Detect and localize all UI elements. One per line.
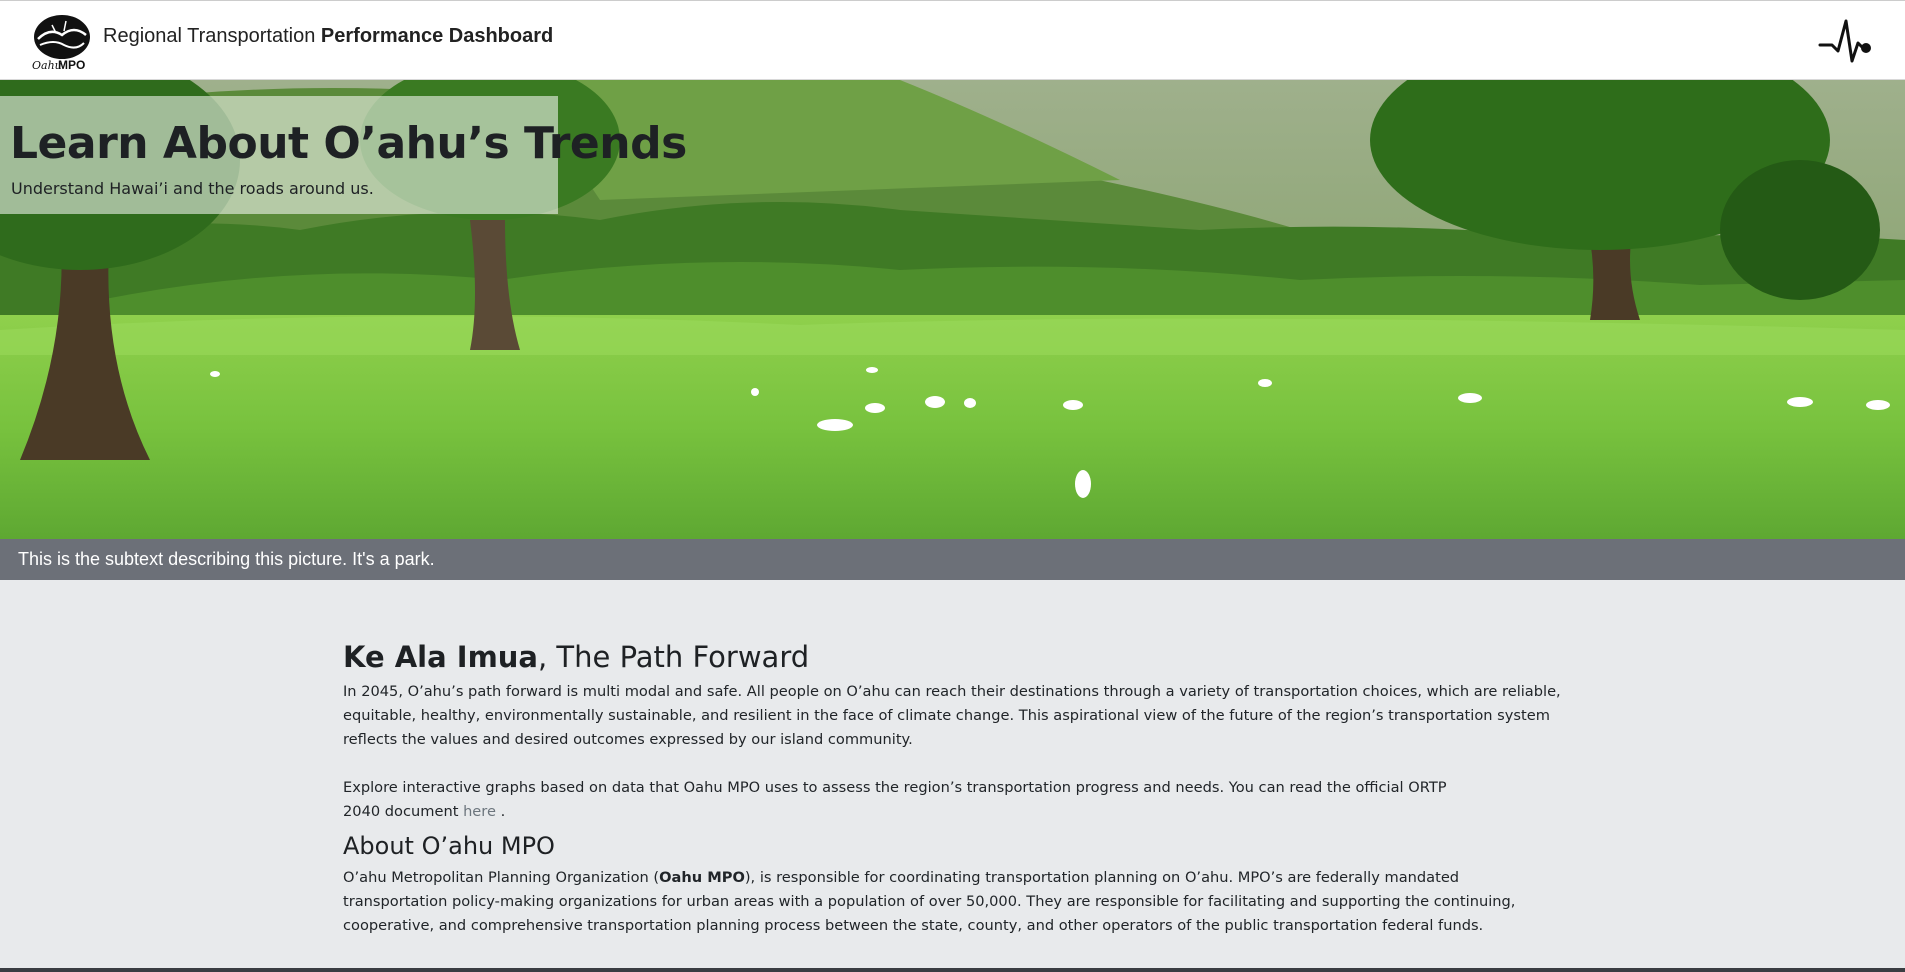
main-content: Ke Ala Imua, The Path Forward In 2045, O…: [343, 640, 1563, 938]
hero-title: Learn About O’ahu’s Trends: [10, 118, 687, 169]
about-heading: About O’ahu MPO: [343, 832, 555, 860]
path-forward-heading-rest: , The Path Forward: [538, 640, 810, 674]
explore-paragraph: Explore interactive graphs based on data…: [343, 776, 1463, 824]
top-navbar: Oahu MPO Regional Transportation Perform…: [0, 0, 1905, 80]
about-text-bold: Oahu MPO: [659, 869, 745, 886]
path-forward-heading-bold: Ke Ala Imua: [343, 640, 538, 674]
hero-banner: Learn About O’ahu’s Trends Understand Ha…: [0, 80, 1905, 539]
heartbeat-pulse-icon[interactable]: [1818, 15, 1874, 65]
ortp-document-link[interactable]: here: [463, 803, 496, 820]
app-title: Regional Transportation Performance Dash…: [103, 25, 553, 48]
app-title-regular: Regional Transportation: [103, 25, 316, 47]
image-caption: This is the subtext describing this pict…: [18, 549, 435, 569]
oahu-mpo-logo[interactable]: Oahu MPO: [30, 13, 94, 72]
path-forward-paragraph: In 2045, O’ahu’s path forward is multi m…: [343, 683, 1561, 748]
hero-text-panel: Learn About O’ahu’s Trends Understand Ha…: [0, 96, 687, 214]
about-text-start: O’ahu Metropolitan Planning Organization…: [343, 869, 660, 886]
explore-period: .: [500, 803, 506, 820]
app-title-bold: Performance Dashboard: [320, 25, 554, 47]
hero-subtitle: Understand Hawai’i and the roads around …: [11, 179, 374, 198]
svg-text:MPO: MPO: [58, 58, 85, 71]
explore-text: Explore interactive graphs based on data…: [343, 779, 1447, 820]
bottom-border: [0, 968, 1905, 972]
about-paragraph: O’ahu Metropolitan Planning Organization…: [343, 866, 1563, 938]
image-caption-bar: This is the subtext describing this pict…: [0, 539, 1905, 580]
path-forward-heading: Ke Ala Imua, The Path Forward: [343, 640, 1563, 674]
